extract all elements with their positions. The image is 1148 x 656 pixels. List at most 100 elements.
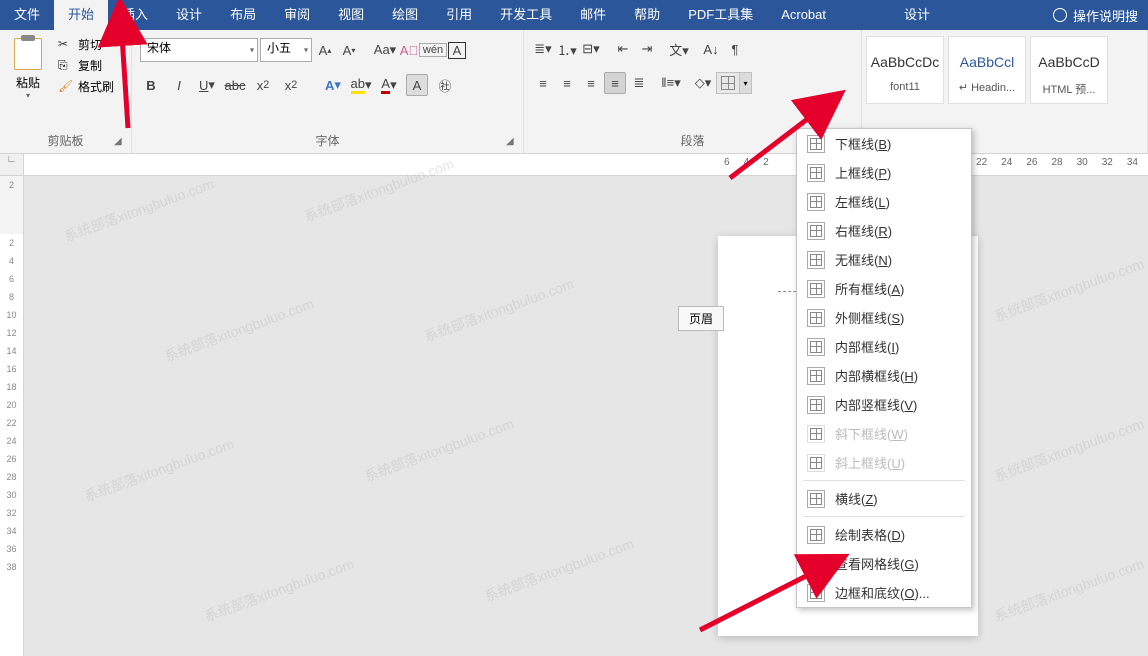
vruler-tick: 2 [0, 176, 23, 194]
ruler-tick: 32 [1102, 157, 1113, 168]
border-menu-item-z[interactable]: 横线(Z) [797, 484, 971, 513]
border-menu-item-w: 斜下框线(W) [797, 419, 971, 448]
borders-dropdown-menu: 下框线(B)上框线(P)左框线(L)右框线(R)无框线(N)所有框线(A)外侧框… [796, 128, 972, 608]
border-menu-item-label: 右框线(R) [835, 221, 892, 240]
char-border-label: A [448, 42, 467, 59]
font-size-combo[interactable]: 小五 ▾ [260, 38, 312, 62]
border-menu-item-a[interactable]: 所有框线(A) [797, 274, 971, 303]
tab-draw[interactable]: 绘图 [378, 0, 432, 30]
vruler-tick: 24 [0, 432, 23, 450]
tab-design[interactable]: 设计 [162, 0, 216, 30]
vruler-tick: 36 [0, 540, 23, 558]
tab-file[interactable]: 文件 [0, 0, 54, 30]
border-menu-item-label: 斜上框线(U) [835, 453, 905, 472]
asian-layout-button[interactable]: 文▾ [668, 38, 690, 60]
underline-button[interactable]: U▾ [196, 74, 218, 96]
phonetic-label: wén [419, 43, 447, 57]
border-menu-item-n[interactable]: 无框线(N) [797, 245, 971, 274]
phonetic-guide-button[interactable]: wén [422, 39, 444, 61]
style-font11[interactable]: AaBbCcDc font11 [866, 36, 944, 104]
vruler-tick: 28 [0, 468, 23, 486]
border-iv-icon [807, 396, 825, 414]
subscript-button[interactable]: x2 [252, 74, 274, 96]
change-case-button[interactable]: Aa▾ [374, 39, 396, 61]
style-heading[interactable]: AaBbCcl ↵ Headin... [948, 36, 1026, 104]
border-menu-item-v[interactable]: 内部竖框线(V) [797, 390, 971, 419]
tab-references[interactable]: 引用 [432, 0, 486, 30]
document-area[interactable]: 页眉 [24, 176, 1148, 656]
character-border-button[interactable]: A [446, 39, 468, 61]
strikethrough-button[interactable]: abc [224, 74, 246, 96]
header-label-tag: 页眉 [678, 306, 724, 331]
vruler-tick: 8 [0, 288, 23, 306]
vruler-tick: 18 [0, 378, 23, 396]
tab-help[interactable]: 帮助 [620, 0, 674, 30]
font-dialog-launcher[interactable]: ◢ [506, 136, 520, 150]
align-center-button[interactable]: ≡ [556, 72, 578, 94]
shrink-font-button[interactable]: A▾ [338, 39, 360, 61]
tab-mailings[interactable]: 邮件 [566, 0, 620, 30]
border-menu-item-d[interactable]: 绘制表格(D) [797, 520, 971, 549]
border-menu-item-label: 查看网格线(G) [835, 554, 919, 573]
menu-bar: 文件 开始 插入 设计 布局 审阅 视图 绘图 引用 开发工具 邮件 帮助 PD… [0, 0, 1148, 30]
grow-font-button[interactable]: A▴ [314, 39, 336, 61]
ruler-tick: 22 [976, 157, 987, 168]
enclose-characters-button[interactable]: ㊓ [434, 74, 456, 96]
align-right-button[interactable]: ≡ [580, 72, 602, 94]
tab-pdf-tools[interactable]: PDF工具集 [674, 0, 767, 30]
border-right-icon [807, 222, 825, 240]
borders-split-button[interactable]: ▾ [716, 72, 752, 94]
clear-formatting-button[interactable]: A⃠ [398, 39, 420, 61]
border-diag1-icon [807, 425, 825, 443]
numbering-button[interactable]: ⒈▾ [556, 38, 578, 60]
tell-me-search[interactable]: 操作说明搜 [1043, 6, 1148, 25]
vruler-tick: 14 [0, 342, 23, 360]
style-html-pre[interactable]: AaBbCcD HTML 预... [1030, 36, 1108, 104]
increase-indent-button[interactable]: ⇥ [636, 38, 658, 60]
border-menu-item-label: 左框线(L) [835, 192, 890, 211]
paste-button[interactable]: 粘贴 ▾ [6, 34, 50, 104]
shading-button[interactable]: ◇▾ [692, 72, 714, 94]
align-left-button[interactable]: ≡ [532, 72, 554, 94]
distributed-button[interactable]: ≣ [628, 72, 650, 94]
bullets-button[interactable]: ≣▾ [532, 38, 554, 60]
sort-button[interactable]: A↓ [700, 38, 722, 60]
multilevel-list-button[interactable]: ⊟▾ [580, 38, 602, 60]
tab-home[interactable]: 开始 [54, 0, 108, 30]
highlight-button[interactable]: ab▾ [350, 74, 372, 96]
justify-button[interactable]: ≡ [604, 72, 626, 94]
border-menu-item-r[interactable]: 右框线(R) [797, 216, 971, 245]
font-color-button[interactable]: A▾ [378, 74, 400, 96]
tab-layout[interactable]: 布局 [216, 0, 270, 30]
tab-context-design[interactable]: 设计 [880, 0, 954, 30]
tab-developer[interactable]: 开发工具 [486, 0, 566, 30]
group-font-label: 字体 [138, 130, 517, 151]
borders-dropdown-arrow[interactable]: ▾ [739, 73, 751, 93]
vruler-tick: 30 [0, 486, 23, 504]
tab-review[interactable]: 审阅 [270, 0, 324, 30]
vertical-ruler[interactable]: 2 2 4 6 8 10 12 14 16 18 20 22 24 26 28 … [0, 176, 24, 656]
line-spacing-button[interactable]: ‖≡▾ [660, 72, 682, 94]
text-effects-button[interactable]: A▾ [322, 74, 344, 96]
vruler-tick: 32 [0, 504, 23, 522]
vruler-tick [0, 194, 23, 234]
decrease-indent-button[interactable]: ⇤ [612, 38, 634, 60]
ruler-tick: 30 [1077, 157, 1088, 168]
border-menu-item-label: 上框线(P) [835, 163, 891, 182]
font-name-combo[interactable]: 宋体 ▾ [140, 38, 258, 62]
tab-insert[interactable]: 插入 [108, 0, 162, 30]
italic-button[interactable]: I [168, 74, 190, 96]
border-menu-item-label: 外侧框线(S) [835, 308, 904, 327]
tab-view[interactable]: 视图 [324, 0, 378, 30]
border-menu-item-h[interactable]: 内部横框线(H) [797, 361, 971, 390]
border-menu-item-label: 斜下框线(W) [835, 424, 908, 443]
border-menu-item-s[interactable]: 外侧框线(S) [797, 303, 971, 332]
character-shading-button[interactable]: A [406, 74, 428, 96]
horizontal-ruler[interactable]: ∟ 6 4 2 20 22 24 26 28 30 32 34 [0, 154, 1148, 176]
border-menu-item-i[interactable]: 内部框线(I) [797, 332, 971, 361]
vruler-tick: 12 [0, 324, 23, 342]
show-marks-button[interactable]: ¶ [724, 38, 746, 60]
border-ih-icon [807, 367, 825, 385]
tab-acrobat[interactable]: Acrobat [767, 0, 840, 30]
superscript-button[interactable]: x2 [280, 74, 302, 96]
